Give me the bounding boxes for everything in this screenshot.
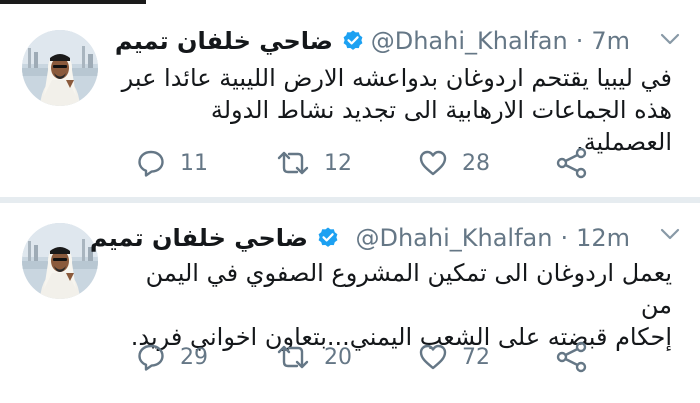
reply-button[interactable]: 29 — [136, 340, 208, 374]
tweet-header: @Dhahi_Khalfan · 12m — [355, 221, 630, 255]
retweet-button[interactable]: 12 — [276, 146, 352, 180]
action-bar: 29 20 72 — [136, 340, 596, 374]
action-bar: 11 12 28 — [136, 146, 596, 180]
chevron-down-icon[interactable] — [660, 32, 680, 46]
like-icon — [419, 150, 447, 176]
separator-dot: · — [560, 224, 569, 252]
like-button[interactable]: 28 — [418, 146, 490, 180]
tweet-card[interactable]: @Dhahi_Khalfan · 12m ضاحي خلفان تميم يعم… — [0, 203, 700, 403]
reply-icon — [138, 344, 164, 371]
retweet-icon — [277, 151, 309, 175]
tweet-header: @Dhahi_Khalfan · 7m — [371, 24, 630, 58]
reply-count: 11 — [180, 150, 208, 176]
share-button[interactable] — [556, 340, 588, 374]
share-icon — [556, 147, 587, 179]
retweet-button[interactable]: 20 — [276, 340, 352, 374]
display-name[interactable]: ضاحي خلفان تميم — [115, 27, 333, 55]
tweet-text-line: يعمل اردوغان الى تمكين المشروع الصفوي في… — [145, 259, 672, 319]
retweet-count: 20 — [324, 344, 352, 370]
avatar[interactable] — [22, 30, 98, 106]
chevron-down-icon[interactable] — [660, 227, 680, 241]
timestamp[interactable]: 12m — [576, 224, 630, 252]
verified-badge-icon — [318, 227, 338, 247]
like-icon — [419, 344, 447, 370]
avatar[interactable] — [22, 223, 98, 299]
display-name[interactable]: ضاحي خلفان تميم — [90, 224, 308, 252]
like-button[interactable]: 72 — [418, 340, 490, 374]
share-button[interactable] — [556, 146, 588, 180]
retweet-count: 12 — [324, 150, 352, 176]
handle[interactable]: @Dhahi_Khalfan — [355, 224, 552, 252]
tweet-author: ضاحي خلفان تميم — [90, 221, 350, 255]
share-icon — [556, 341, 587, 373]
reply-button[interactable]: 11 — [136, 146, 208, 180]
tweet-card[interactable]: @Dhahi_Khalfan · 7m ضاحي خلفان تميم في ل… — [0, 4, 700, 197]
timestamp[interactable]: 7m — [591, 27, 630, 55]
verified-badge-icon — [343, 30, 363, 50]
separator-dot: · — [575, 27, 584, 55]
tweet-text: يعمل اردوغان الى تمكين المشروع الصفوي في… — [115, 257, 672, 353]
reply-count: 29 — [180, 344, 208, 370]
tweet-text: في ليبيا يقتحم اردوغان بدواعشه الارض الل… — [115, 62, 672, 158]
reply-icon — [138, 150, 164, 177]
handle[interactable]: @Dhahi_Khalfan — [371, 27, 568, 55]
tweet-text-line: في ليبيا يقتحم اردوغان بدواعشه الارض الل… — [121, 64, 672, 92]
tweet-author: ضاحي خلفان تميم — [115, 24, 375, 58]
like-count: 28 — [462, 150, 490, 176]
retweet-icon — [277, 345, 309, 369]
like-count: 72 — [462, 344, 490, 370]
